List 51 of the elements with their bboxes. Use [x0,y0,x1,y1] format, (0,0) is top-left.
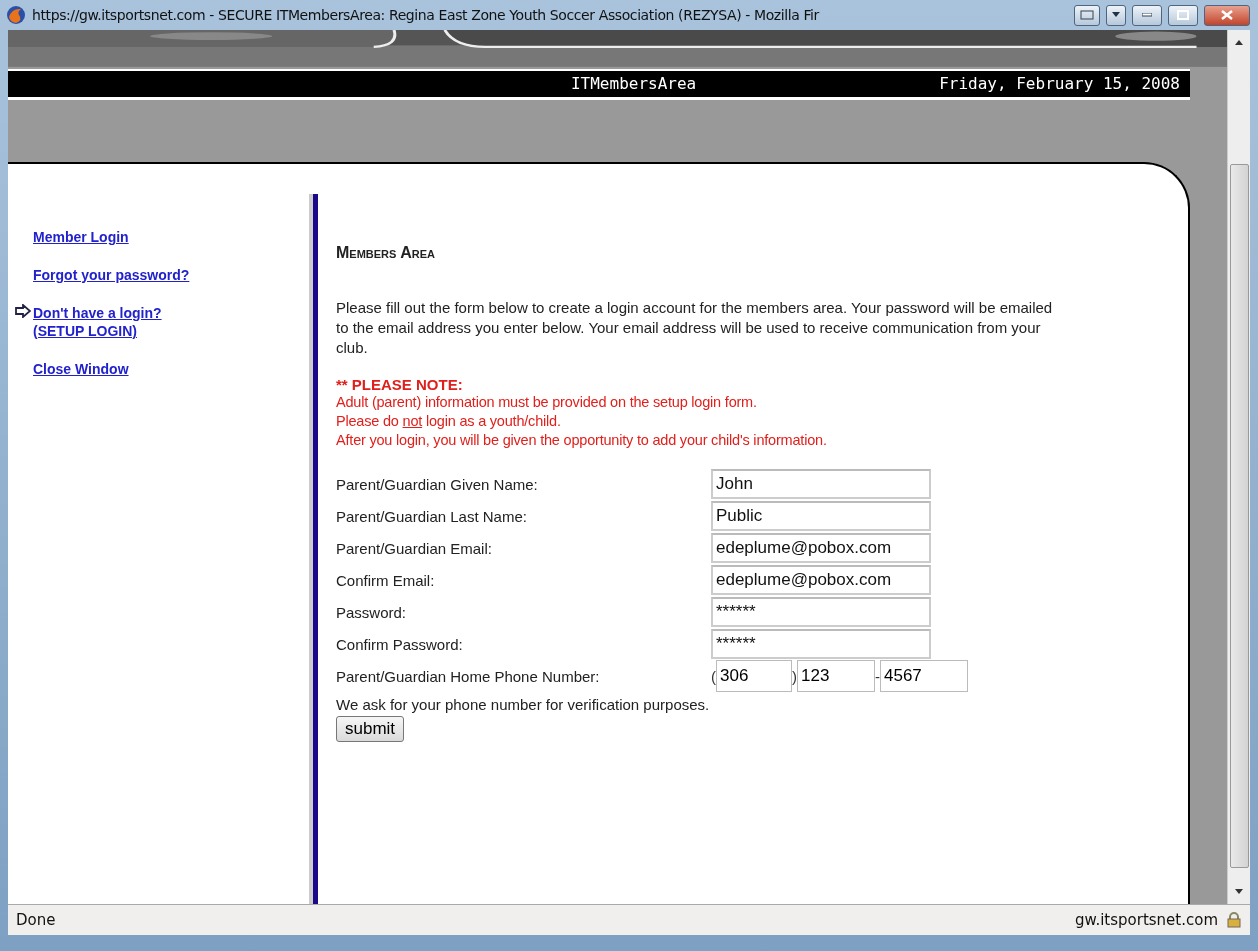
sidebar-link[interactable]: Forgot your password? [33,266,203,284]
scroll-down-icon[interactable] [1234,888,1244,896]
input-field[interactable]: edeplume@pobox.com [711,533,931,563]
note-text: Please do not login as a youth/child. [336,412,562,431]
restore-button[interactable] [1074,4,1100,26]
scroll-thumb[interactable] [1229,164,1249,868]
window-icon [1080,10,1094,20]
minimize-button[interactable] [1132,4,1162,26]
sidebar-link[interactable]: Member Login [33,228,203,246]
close-button[interactable] [1204,4,1250,26]
dash-text: - [875,667,880,685]
field-label: Parent/Guardian Given Name: [336,475,539,493]
caret-icon [1112,12,1120,18]
input-field[interactable]: ****** [711,597,931,627]
status-text: Done [16,911,56,929]
input-field[interactable]: Public [711,501,931,531]
field-label: Parent/Guardian Email: [336,539,493,557]
submit-button[interactable]: submit [336,716,405,742]
paren-text: ) [792,667,797,685]
window-title: https://gw.itsportsnet.com - SECURE ITMembersArea: Regina East Zone Youth Soccer Association (REZYSA) - Mozilla Fir [32,7,821,23]
close-icon [1221,10,1233,20]
host-text: gw.itsportsnet.com [1074,911,1218,929]
field-label: Parent/Guardian Last Name: [336,507,528,525]
dropdown-button[interactable] [1106,4,1126,26]
section-heading: Members Area [336,244,437,262]
browser-logo-icon [6,5,26,25]
field-label: Parent/Guardian Home Phone Number: [336,667,601,685]
sidebar-link[interactable]: Don't have a login? (SETUP LOGIN) [33,304,203,340]
input-field[interactable]: edeplume@pobox.com [711,565,931,595]
date-text: Friday, February 15, 2008 [939,74,1180,94]
phone-line-field[interactable]: 4567 [880,660,968,692]
scroll-up-icon[interactable] [1234,38,1244,46]
area-code-field[interactable]: 306 [716,660,792,692]
input-field[interactable]: ****** [711,629,931,659]
hint-text: We ask for your phone number for verification purposes. [336,696,711,713]
site-name: ITMembersArea [569,74,698,94]
sidebar-link[interactable]: Close Window [33,360,203,378]
padlock-icon [1226,912,1242,928]
note-text: After you login, you will be given the opportunity to add your child's information. [336,431,828,450]
field-label: Password: [336,603,408,621]
note-text: Adult (parent) information must be provided on the setup login form. [336,393,758,412]
intro-text: Please fill out the form below to create a login account for the members area. Your password will be emailed to the email address you enter below. Your email address will be used to receive communication from your club. [336,298,1054,358]
note-title: ** PLEASE NOTE: [336,376,464,393]
field-label: Confirm Password: [336,635,464,653]
maximize-button[interactable] [1168,4,1198,26]
field-label: Confirm Email: [336,571,436,589]
minimize-icon [1142,13,1152,17]
paren-text: ( [711,667,716,685]
maximize-icon [1177,10,1189,20]
phone-prefix-field[interactable]: 123 [797,660,875,692]
input-field[interactable]: John [711,469,931,499]
